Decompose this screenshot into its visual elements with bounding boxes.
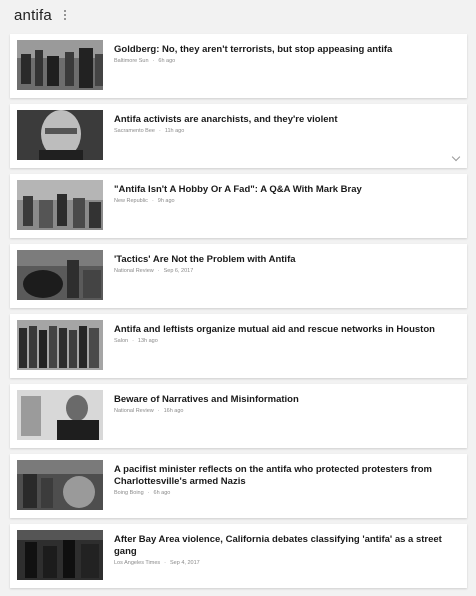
article-thumbnail <box>17 250 103 300</box>
article-source: Salon <box>114 338 129 344</box>
article-source: Sacramento Bee <box>114 128 155 134</box>
article-meta: Salon · 13h ago <box>114 338 158 344</box>
article-meta: Sacramento Bee · 11h ago <box>114 128 185 134</box>
news-card[interactable]: 'Tactics' Are Not the Problem with Antif… <box>10 244 467 308</box>
article-title[interactable]: Antifa and leftists organize mutual aid … <box>114 324 459 336</box>
article-thumbnail <box>17 530 103 580</box>
article-thumbnail <box>17 320 103 370</box>
news-card[interactable]: "Antifa Isn't A Hobby Or A Fad": A Q&A W… <box>10 174 467 238</box>
article-source: New Republic <box>114 198 148 204</box>
article-title[interactable]: "Antifa Isn't A Hobby Or A Fad": A Q&A W… <box>114 184 459 196</box>
search-query[interactable]: antifa <box>14 7 52 24</box>
article-thumbnail <box>17 390 103 440</box>
article-meta: Baltimore Sun · 6h ago <box>114 58 176 64</box>
article-source: Los Angeles Times <box>114 560 161 566</box>
article-time: 6h ago <box>153 490 171 496</box>
article-meta: National Review · Sep 6, 2017 <box>114 268 194 274</box>
news-card[interactable]: Goldberg: No, they aren't terrorists, bu… <box>10 34 467 98</box>
article-thumbnail <box>17 40 103 90</box>
article-meta: Boing Boing · 6h ago <box>114 490 171 496</box>
article-time: 13h ago <box>137 338 158 344</box>
article-meta: Los Angeles Times · Sep 4, 2017 <box>114 560 200 566</box>
expand-chevron-icon[interactable] <box>451 152 461 162</box>
article-time: 16h ago <box>163 408 184 414</box>
article-source: National Review <box>114 268 154 274</box>
article-title[interactable]: A pacifist minister reflects on the anti… <box>114 464 459 488</box>
article-time: Sep 6, 2017 <box>163 268 194 274</box>
article-meta: National Review · 16h ago <box>114 408 184 414</box>
news-card[interactable]: Antifa and leftists organize mutual aid … <box>10 314 467 378</box>
article-title[interactable]: Goldberg: No, they aren't terrorists, bu… <box>114 44 459 56</box>
article-source: Baltimore Sun <box>114 58 149 64</box>
article-source: Boing Boing <box>114 490 144 496</box>
news-card[interactable]: After Bay Area violence, California deba… <box>10 524 467 588</box>
article-time: 6h ago <box>158 58 176 64</box>
news-card[interactable]: Antifa activists are anarchists, and the… <box>10 104 467 168</box>
article-time: 11h ago <box>164 128 185 134</box>
article-thumbnail <box>17 460 103 510</box>
article-time: 9h ago <box>157 198 175 204</box>
more-options-icon[interactable] <box>63 10 67 20</box>
news-card[interactable]: A pacifist minister reflects on the anti… <box>10 454 467 518</box>
article-thumbnail <box>17 180 103 230</box>
article-title[interactable]: Beware of Narratives and Misinformation <box>114 394 459 406</box>
article-title[interactable]: After Bay Area violence, California deba… <box>114 534 459 558</box>
article-title[interactable]: 'Tactics' Are Not the Problem with Antif… <box>114 254 459 266</box>
article-title[interactable]: Antifa activists are anarchists, and the… <box>114 114 459 126</box>
news-card[interactable]: Beware of Narratives and Misinformation … <box>10 384 467 448</box>
article-meta: New Republic · 9h ago <box>114 198 175 204</box>
article-thumbnail <box>17 110 103 160</box>
article-source: National Review <box>114 408 154 414</box>
search-header: antifa <box>0 0 476 30</box>
article-time: Sep 4, 2017 <box>170 560 200 566</box>
